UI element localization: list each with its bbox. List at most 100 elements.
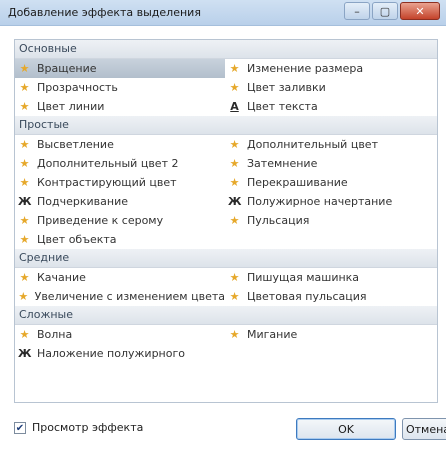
- effect-item[interactable]: A Цвет текста: [225, 97, 435, 116]
- effect-item[interactable]: ★ Цвет объекта: [15, 230, 225, 249]
- effect-item-label: Цвет заливки: [247, 81, 326, 94]
- effect-row: Ж Подчеркивание Ж Полужирное начертание: [15, 192, 437, 211]
- star-icon: ★: [19, 62, 30, 75]
- star-icon: ★: [229, 290, 240, 303]
- effect-item[interactable]: Ж Наложение полужирного: [15, 344, 225, 363]
- effect-item-label: Дополнительный цвет 2: [37, 157, 179, 170]
- effect-row: ★ Волна ★ Мигание: [15, 325, 437, 344]
- maximize-button[interactable]: ▢: [372, 2, 398, 20]
- effect-item[interactable]: ★ Приведение к серому: [15, 211, 225, 230]
- star-icon: ★: [229, 62, 240, 75]
- effect-item-label: Подчеркивание: [37, 195, 128, 208]
- effect-item[interactable]: ★ Высветление: [15, 135, 225, 154]
- bold-mark-icon: Ж: [228, 195, 242, 208]
- bold-mark-icon: Ж: [18, 195, 32, 208]
- effect-item[interactable]: ★ Пишущая машинка: [225, 268, 435, 287]
- effect-item-label: Контрастирующий цвет: [37, 176, 177, 189]
- preview-checkbox[interactable]: ✔: [14, 422, 26, 434]
- section-header: Основные: [15, 40, 437, 59]
- dialog-footer: ✔ Просмотр эффекта OK Отмена: [14, 418, 446, 442]
- effect-item[interactable]: ★ Цвет заливки: [225, 78, 435, 97]
- star-icon: ★: [229, 176, 240, 189]
- effect-item-label: Цвет объекта: [37, 233, 117, 246]
- star-icon: ★: [229, 81, 240, 94]
- star-icon: ★: [229, 138, 240, 151]
- effect-item-label: Перекрашивание: [247, 176, 348, 189]
- star-icon: ★: [19, 176, 30, 189]
- star-icon: ★: [229, 214, 240, 227]
- effect-item[interactable]: ★ Перекрашивание: [225, 173, 435, 192]
- effect-item-label: Волна: [37, 328, 73, 341]
- effect-item-label: Дополнительный цвет: [247, 138, 378, 151]
- effect-item[interactable]: ★ Дополнительный цвет 2: [15, 154, 225, 173]
- cancel-button[interactable]: Отмена: [402, 418, 446, 440]
- section-header: Сложные: [15, 306, 437, 325]
- check-icon: ✔: [15, 422, 25, 434]
- effect-item-label: Цвет линии: [37, 100, 105, 113]
- effect-row: ★ Контрастирующий цвет ★ Перекрашивание: [15, 173, 437, 192]
- effect-item[interactable]: ★ Контрастирующий цвет: [15, 173, 225, 192]
- effect-item-label: Наложение полужирного: [37, 347, 185, 360]
- effects-list[interactable]: Основные ★ Вращение ★ Изменение размера ★ Проз…: [14, 39, 438, 403]
- section-header: Средние: [15, 249, 437, 268]
- effect-row: ★ Высветление ★ Дополнительный цвет: [15, 135, 437, 154]
- close-button[interactable]: ✕: [400, 2, 440, 20]
- effect-item-label: Вращение: [37, 62, 97, 75]
- star-icon: ★: [19, 100, 30, 113]
- effect-item[interactable]: Ж Полужирное начертание: [225, 192, 435, 211]
- effect-row: ★ Качание ★ Пишущая машинка: [15, 268, 437, 287]
- star-icon: ★: [19, 233, 30, 246]
- effect-item-label: Прозрачность: [37, 81, 118, 94]
- effect-item[interactable]: ★ Затемнение: [225, 154, 435, 173]
- effect-row: ★ Прозрачность ★ Цвет заливки: [15, 78, 437, 97]
- effect-item[interactable]: ★ Мигание: [225, 325, 435, 344]
- effect-item-label: Приведение к серому: [37, 214, 164, 227]
- effect-row: ★ Цвет объекта: [15, 230, 437, 249]
- minimize-button[interactable]: –: [344, 2, 370, 20]
- effect-row: ★ Вращение ★ Изменение размера: [15, 59, 437, 78]
- effect-item[interactable]: ★ Изменение размера: [225, 59, 435, 78]
- effect-row: ★ Цвет линии A Цвет текста: [15, 97, 437, 116]
- bold-mark-icon: Ж: [18, 347, 32, 360]
- effect-item-label: Высветление: [37, 138, 114, 151]
- title-bar: Добавление эффекта выделения – ▢ ✕: [0, 0, 446, 26]
- effect-item-label: Затемнение: [247, 157, 318, 170]
- effect-row: ★ Увеличение с изменением цвета ★ Цветовая …: [15, 287, 437, 306]
- effect-item-label: Качание: [37, 271, 86, 284]
- effect-item[interactable]: ★ Волна: [15, 325, 225, 344]
- effect-item[interactable]: ★ Прозрачность: [15, 78, 225, 97]
- effect-row: ★ Приведение к серому ★ Пульсация: [15, 211, 437, 230]
- star-icon: ★: [19, 328, 30, 341]
- dialog-title: Добавление эффекта выделения: [8, 6, 201, 19]
- effect-item[interactable]: ★ Качание: [15, 268, 225, 287]
- effect-item[interactable]: ★ Дополнительный цвет: [225, 135, 435, 154]
- star-icon: ★: [19, 157, 30, 170]
- star-icon: ★: [19, 271, 30, 284]
- effect-item-label: Увеличение с изменением цвета: [34, 290, 225, 303]
- effect-item[interactable]: ★ Цветовая пульсация: [225, 287, 435, 306]
- effect-item-label: Цвет текста: [247, 100, 318, 113]
- effect-item[interactable]: Ж Подчеркивание: [15, 192, 225, 211]
- effect-item[interactable]: ★ Цвет линии: [15, 97, 225, 116]
- ok-button[interactable]: OK: [296, 418, 396, 440]
- section-header: Простые: [15, 116, 437, 135]
- effect-row: Ж Наложение полужирного: [15, 344, 437, 363]
- text-color-icon: A: [230, 100, 239, 113]
- effect-item-label: Полужирное начертание: [247, 195, 393, 208]
- star-icon: ★: [19, 138, 30, 151]
- star-icon: ★: [229, 328, 240, 341]
- star-icon: ★: [229, 157, 240, 170]
- effect-item-label: Пульсация: [247, 214, 310, 227]
- effect-item[interactable]: ★ Вращение: [15, 59, 225, 78]
- star-icon: ★: [229, 271, 240, 284]
- effect-row: ★ Дополнительный цвет 2 ★ Затемнение: [15, 154, 437, 173]
- effect-item[interactable]: ★ Увеличение с изменением цвета: [15, 287, 225, 306]
- window-controls: – ▢ ✕: [342, 2, 440, 20]
- effect-item-label: Изменение размера: [247, 62, 364, 75]
- preview-checkbox-label[interactable]: Просмотр эффекта: [32, 421, 143, 434]
- effect-item-label: Мигание: [247, 328, 298, 341]
- effect-item[interactable]: ★ Пульсация: [225, 211, 435, 230]
- star-icon: ★: [18, 290, 29, 303]
- star-icon: ★: [19, 81, 30, 94]
- effect-item-label: Цветовая пульсация: [247, 290, 367, 303]
